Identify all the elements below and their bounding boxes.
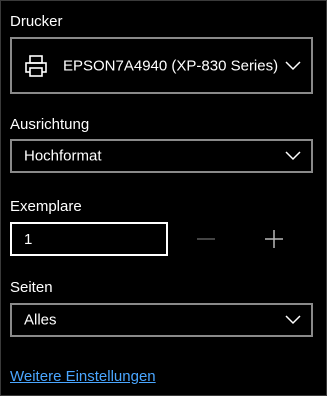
orientation-label: Ausrichtung (10, 116, 90, 133)
copies-input[interactable] (10, 222, 168, 256)
printer-selected-value: EPSON7A4940 (XP-830 Series) (63, 57, 279, 74)
chevron-down-icon (285, 151, 301, 161)
pages-label: Seiten (10, 279, 53, 296)
print-settings-panel: Drucker EPSON7A4940 (XP-830 Series) Ausr… (0, 0, 327, 396)
orientation-select[interactable]: Hochformat (10, 139, 313, 173)
printer-select[interactable]: EPSON7A4940 (XP-830 Series) (10, 37, 313, 94)
plus-icon[interactable] (258, 223, 290, 255)
orientation-selected-value: Hochformat (24, 147, 102, 165)
pages-select[interactable]: Alles (10, 303, 313, 337)
minus-icon[interactable] (190, 223, 222, 255)
more-settings-link[interactable]: Weitere Einstellungen (10, 368, 156, 385)
pages-selected-value: Alles (24, 311, 57, 329)
copies-label: Exemplare (10, 198, 82, 215)
chevron-down-icon (285, 60, 301, 70)
printer-label: Drucker (10, 13, 63, 30)
chevron-down-icon (285, 315, 301, 325)
printer-icon (25, 54, 47, 77)
